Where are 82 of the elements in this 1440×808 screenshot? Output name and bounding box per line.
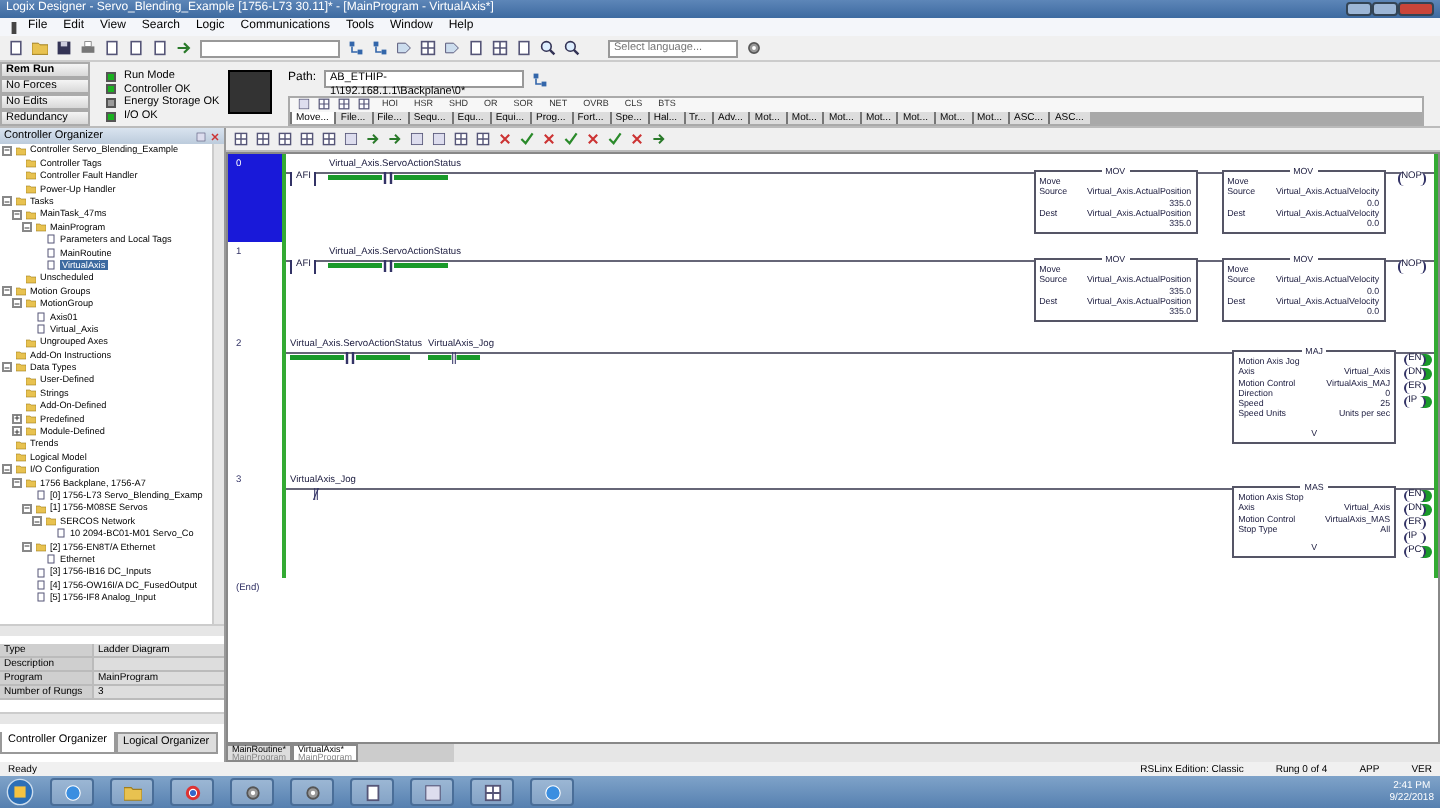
grid-icon [483, 783, 501, 801]
document-icon[interactable] [516, 40, 532, 56]
taskbar-button[interactable] [290, 778, 334, 806]
document-icon [363, 783, 381, 801]
network-icon[interactable] [348, 40, 364, 56]
contact-symbol[interactable] [290, 352, 410, 364]
taskbar-button[interactable] [50, 778, 94, 806]
scrollbar[interactable] [454, 744, 1440, 762]
taskbar-button[interactable] [530, 778, 574, 806]
grid-icon[interactable] [454, 132, 468, 146]
document-icon [36, 490, 46, 501]
grid-icon[interactable] [358, 98, 370, 110]
expander-icon[interactable] [22, 222, 32, 233]
grid-icon[interactable] [492, 40, 508, 56]
square-icon[interactable] [344, 132, 358, 146]
taskbar-button[interactable] [470, 778, 514, 806]
magnifier-icon[interactable] [564, 40, 580, 56]
expander-icon[interactable] [2, 464, 12, 475]
document-icon [56, 528, 66, 539]
folder-icon [36, 541, 46, 552]
document-icon[interactable] [8, 40, 24, 56]
check-icon[interactable] [608, 132, 622, 146]
scrollbar[interactable] [0, 712, 224, 725]
contact-symbol[interactable] [428, 352, 481, 364]
grid-icon[interactable] [338, 98, 350, 110]
tag-icon[interactable] [444, 40, 460, 56]
expander-icon[interactable] [32, 516, 42, 527]
cross-icon[interactable] [498, 132, 512, 146]
taskbar-button[interactable] [230, 778, 274, 806]
contact-symbol[interactable] [328, 260, 449, 272]
scrollbar[interactable] [0, 624, 224, 637]
printer-icon[interactable] [80, 40, 96, 56]
network-icon[interactable] [532, 71, 549, 87]
check-icon[interactable] [564, 132, 578, 146]
taskbar-button[interactable] [350, 778, 394, 806]
arrow-icon[interactable] [176, 40, 192, 56]
square-icon [423, 783, 441, 801]
expander-icon[interactable] [12, 477, 22, 488]
maximize-button[interactable] [1372, 2, 1398, 16]
network-icon[interactable] [372, 40, 388, 56]
globe-icon [63, 783, 81, 801]
tag-icon[interactable] [396, 40, 412, 56]
cross-icon[interactable] [630, 132, 644, 146]
folder-icon [123, 783, 141, 801]
square-icon[interactable] [432, 132, 446, 146]
check-icon[interactable] [520, 132, 534, 146]
close-icon[interactable] [210, 131, 220, 141]
square-icon[interactable] [410, 132, 424, 146]
expander-icon[interactable] [12, 209, 22, 220]
grid-icon[interactable] [420, 40, 436, 56]
expander-icon[interactable] [2, 196, 12, 207]
minimize-button[interactable] [1346, 2, 1372, 16]
expander-icon[interactable] [22, 503, 32, 514]
expander-icon[interactable] [12, 413, 22, 424]
expander-icon[interactable] [12, 426, 22, 437]
grid-icon[interactable] [476, 132, 490, 146]
toolbar-combo-box[interactable] [200, 39, 340, 57]
expander-icon[interactable] [2, 285, 12, 296]
cross-icon[interactable] [542, 132, 556, 146]
expander-icon[interactable] [2, 145, 12, 156]
arrow-icon[interactable] [388, 132, 402, 146]
cross-icon[interactable] [586, 132, 600, 146]
magnifier-icon[interactable] [540, 40, 556, 56]
contact-symbol[interactable] [328, 172, 449, 184]
globe-icon [543, 783, 561, 801]
expander-icon[interactable] [2, 362, 12, 373]
folder-icon[interactable] [32, 40, 48, 56]
grid-icon[interactable] [234, 132, 248, 146]
arrow-icon[interactable] [366, 132, 380, 146]
taskbar-button[interactable] [410, 778, 454, 806]
grid-icon[interactable] [256, 132, 270, 146]
expander-icon[interactable] [22, 541, 32, 552]
taskbar-button[interactable] [110, 778, 154, 806]
square-icon[interactable] [298, 98, 310, 110]
grid-icon[interactable] [322, 132, 336, 146]
grid-icon[interactable] [278, 132, 292, 146]
grid-icon[interactable] [318, 98, 330, 110]
expander-icon[interactable] [12, 298, 22, 309]
scrollbar[interactable] [212, 144, 224, 625]
arrow-icon[interactable] [652, 132, 666, 146]
document-icon[interactable] [468, 40, 484, 56]
grid-icon[interactable] [300, 132, 314, 146]
